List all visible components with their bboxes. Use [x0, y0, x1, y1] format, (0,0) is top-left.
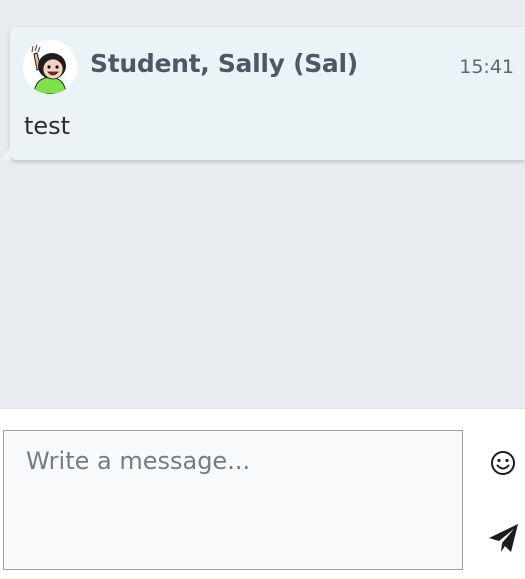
message-input[interactable] — [3, 430, 463, 570]
message-composer — [0, 408, 525, 579]
avatar — [23, 40, 77, 94]
send-button[interactable] — [487, 521, 521, 555]
chat-message: Student, Sally (Sal) 15:41 test — [0, 27, 525, 160]
paper-plane-icon — [489, 524, 518, 552]
message-body: test — [24, 112, 71, 140]
message-timestamp: 15:41 — [459, 56, 514, 78]
chat-messages-area: Student, Sally (Sal) 15:41 test — [0, 0, 525, 408]
sender-name[interactable]: Student, Sally (Sal) — [90, 49, 358, 78]
smile-icon — [491, 451, 515, 475]
emoji-button[interactable] — [487, 447, 519, 479]
student-avatar-image — [23, 40, 77, 94]
